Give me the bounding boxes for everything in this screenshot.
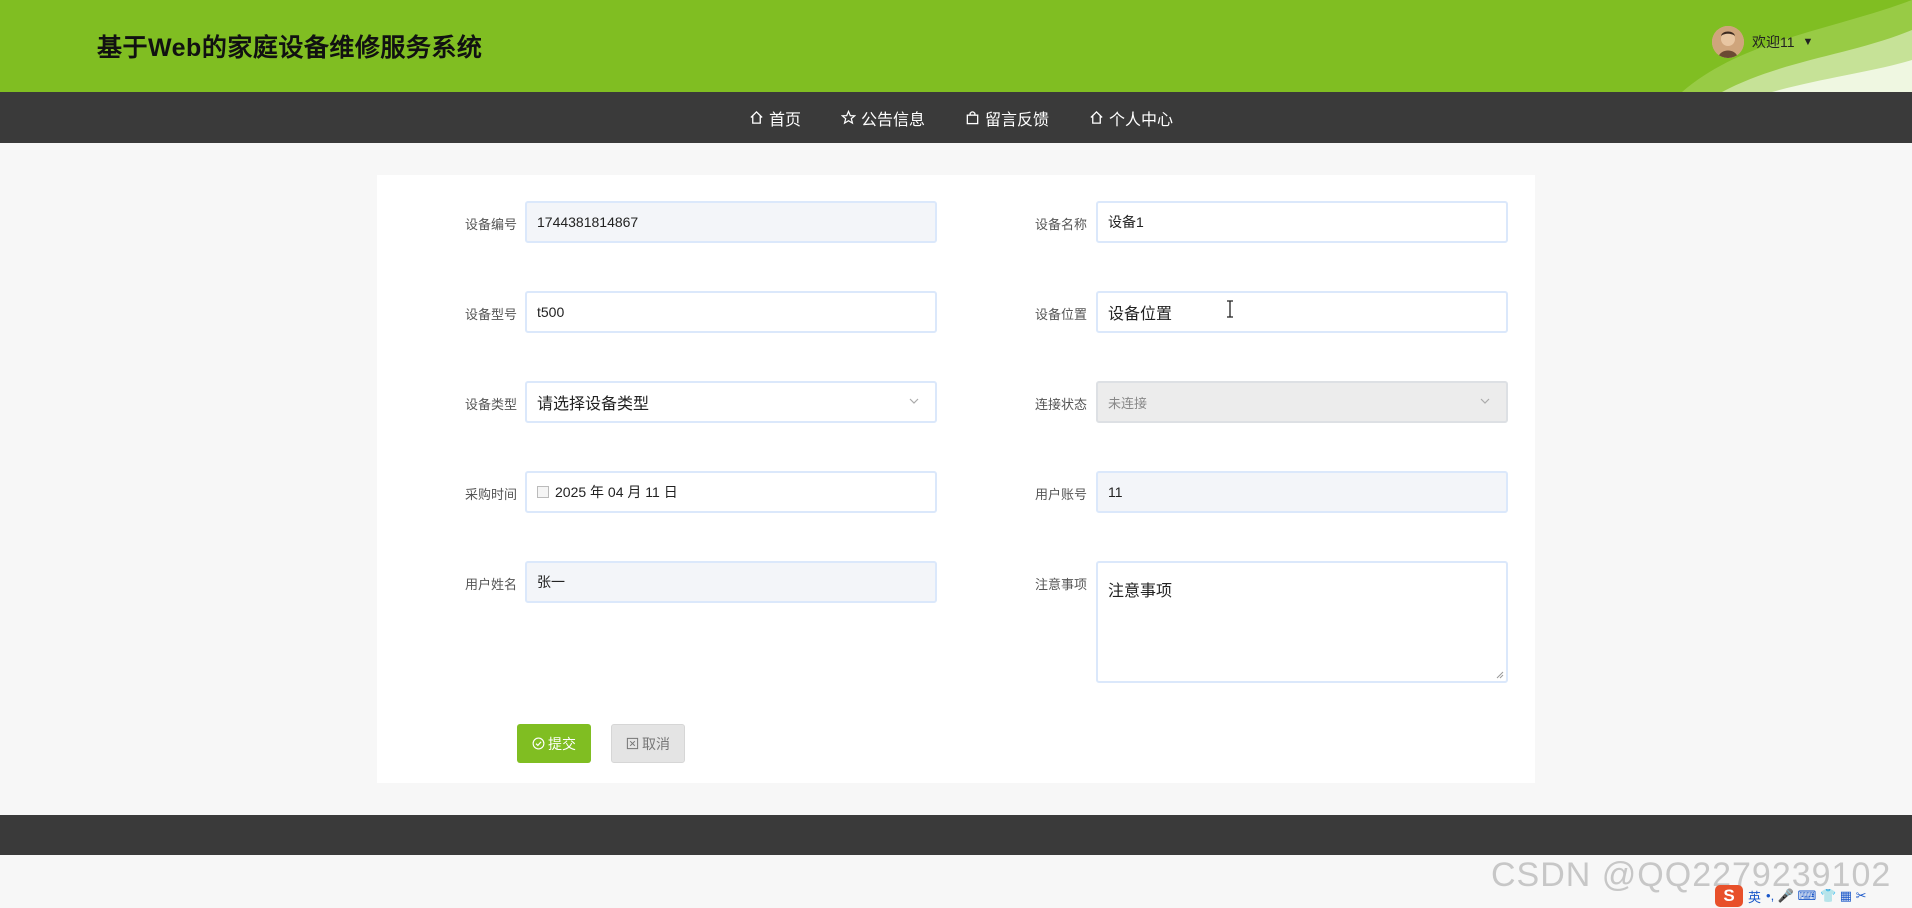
ime-toolbar: S 英 •, 🎤 ⌨ 👕 ▦ ✂ xyxy=(1715,885,1867,907)
device-name-field[interactable]: 设备1 xyxy=(1096,201,1508,243)
ime-tools[interactable]: •, 🎤 ⌨ 👕 ▦ ✂ xyxy=(1766,888,1867,904)
purchase-date-picker[interactable]: 2025 年 04 月 11 日 xyxy=(525,471,937,513)
connection-status-select: 未连接 xyxy=(1096,381,1508,423)
nav-item-profile[interactable]: 个人中心 xyxy=(1089,106,1173,130)
home-icon xyxy=(1090,110,1103,124)
nav-item-feedback[interactable]: 留言反馈 xyxy=(965,106,1049,130)
device-no-field[interactable]: 1744381814867 xyxy=(525,201,937,243)
cancel-button-label: 取消 xyxy=(642,735,670,752)
device-model-label: 设备型号 xyxy=(464,307,517,322)
chevron-down-icon xyxy=(909,398,919,404)
close-box-icon xyxy=(626,737,639,750)
notes-label: 注意事项 xyxy=(1034,577,1087,592)
bag-icon xyxy=(966,111,979,125)
cancel-button[interactable]: 取消 xyxy=(611,724,685,763)
text-cursor-icon xyxy=(1227,300,1233,318)
device-model-field[interactable]: t500 xyxy=(525,291,937,333)
notes-textarea[interactable]: 注意事项 xyxy=(1096,561,1508,683)
submit-button[interactable]: 提交 xyxy=(517,724,591,763)
user-name-label: 用户姓名 xyxy=(464,577,517,592)
notes-value: 注意事项 xyxy=(1108,583,1173,600)
nav-item-label: 留言反馈 xyxy=(985,111,1050,129)
device-type-label: 设备类型 xyxy=(464,397,517,412)
ime-logo-icon: S xyxy=(1715,885,1743,907)
purchase-date-value: 2025 年 04 月 11 日 xyxy=(555,484,678,500)
device-location-field[interactable]: 设备位置 xyxy=(1096,291,1508,333)
calendar-icon xyxy=(537,486,549,498)
chevron-down-icon: ▼ xyxy=(1802,36,1814,48)
nav-item-label: 公告信息 xyxy=(860,111,925,129)
device-location-label: 设备位置 xyxy=(1034,307,1087,322)
user-account-field[interactable]: 11 xyxy=(1096,471,1508,513)
device-no-label: 设备编号 xyxy=(464,217,517,232)
resize-handle-icon[interactable] xyxy=(1496,671,1504,679)
user-account-label: 用户账号 xyxy=(1034,487,1087,502)
header-bar: 基于Web的家庭设备维修服务系统 欢迎11 ▼ xyxy=(0,0,1912,92)
ime-language[interactable]: 英 xyxy=(1748,887,1761,906)
site-title: 基于Web的家庭设备维修服务系统 xyxy=(97,34,483,62)
nav-item-notices[interactable]: 公告信息 xyxy=(840,106,925,130)
submit-button-label: 提交 xyxy=(548,735,576,752)
connection-status-value: 未连接 xyxy=(1108,395,1148,411)
user-menu[interactable]: 欢迎11 ▼ xyxy=(1712,26,1813,58)
nav-item-label: 首页 xyxy=(768,111,801,129)
device-name-label: 设备名称 xyxy=(1034,217,1087,232)
device-type-value: 请选择设备类型 xyxy=(537,396,650,413)
nav-item-label: 个人中心 xyxy=(1109,111,1174,129)
avatar xyxy=(1712,26,1744,58)
chevron-down-icon xyxy=(1480,398,1490,404)
star-icon xyxy=(840,110,856,125)
purchase-date-label: 采购时间 xyxy=(464,487,517,502)
check-circle-icon xyxy=(532,737,545,750)
device-type-select[interactable]: 请选择设备类型 xyxy=(525,381,937,423)
footer-bar xyxy=(0,815,1912,855)
nav-item-home[interactable]: 首页 xyxy=(749,106,801,130)
user-name-field[interactable]: 张一 xyxy=(525,561,937,603)
main-nav: 首页 公告信息 留言反馈 个人中心 xyxy=(0,92,1912,143)
welcome-text: 欢迎11 xyxy=(1752,34,1795,50)
connection-status-label: 连接状态 xyxy=(1034,397,1087,412)
home-icon xyxy=(750,110,763,124)
